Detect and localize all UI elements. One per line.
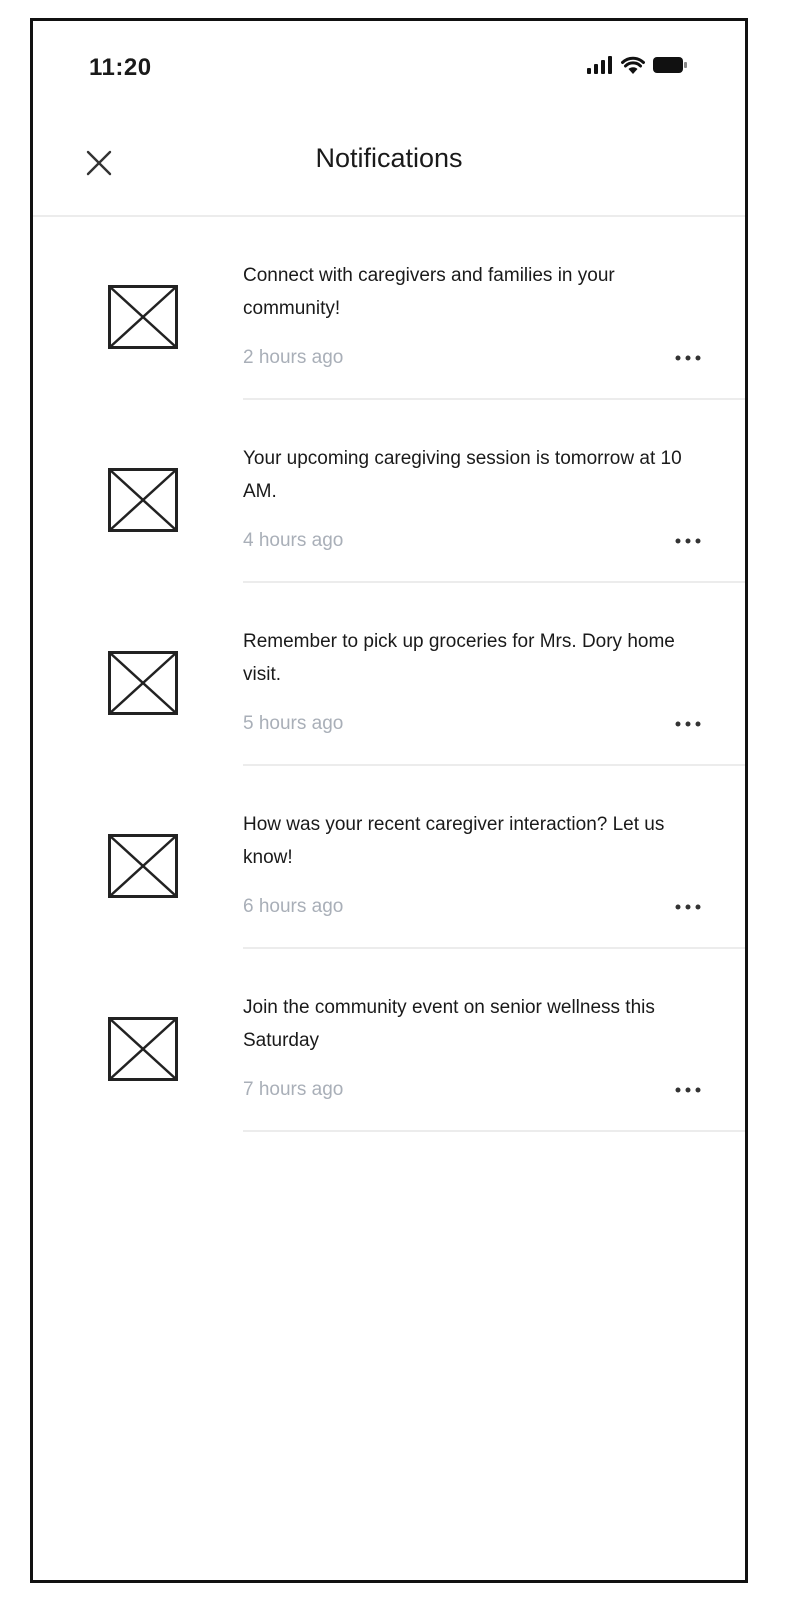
more-icon[interactable] — [675, 1087, 701, 1093]
notification-body: Remember to pick up groceries for Mrs. D… — [243, 583, 745, 766]
status-icons — [587, 54, 687, 80]
more-icon[interactable] — [675, 721, 701, 727]
notification-item[interactable]: Connect with caregivers and families in … — [33, 217, 745, 400]
notification-time: 2 hours ago — [243, 347, 344, 368]
more-options-button[interactable] — [671, 531, 705, 551]
battery-icon — [653, 56, 687, 78]
image-placeholder-icon — [108, 1017, 178, 1081]
status-time: 11:20 — [89, 54, 152, 81]
page-title: Notifications — [315, 143, 463, 173]
more-options-button[interactable] — [671, 714, 705, 734]
notification-text: Join the community event on senior welln… — [243, 997, 655, 1051]
notification-list: Connect with caregivers and families in … — [33, 217, 745, 1132]
notification-body: Connect with caregivers and families in … — [243, 217, 745, 400]
notification-item[interactable]: Join the community event on senior welln… — [33, 949, 745, 1132]
image-placeholder-icon — [108, 834, 178, 898]
notification-text: How was your recent caregiver interactio… — [243, 814, 665, 868]
more-options-button[interactable] — [671, 1080, 705, 1100]
notification-body: How was your recent caregiver interactio… — [243, 766, 745, 949]
notification-time: 7 hours ago — [243, 1079, 344, 1100]
notification-text: Connect with caregivers and families in … — [243, 265, 615, 319]
more-options-button[interactable] — [671, 348, 705, 368]
notification-text: Your upcoming caregiving session is tomo… — [243, 448, 682, 502]
signal-icon — [587, 55, 613, 79]
more-icon[interactable] — [675, 904, 701, 910]
notification-time: 4 hours ago — [243, 530, 344, 551]
image-placeholder-icon — [108, 285, 178, 349]
more-icon[interactable] — [675, 538, 701, 544]
more-icon[interactable] — [675, 355, 701, 361]
notification-time: 6 hours ago — [243, 896, 344, 917]
notification-text: Remember to pick up groceries for Mrs. D… — [243, 631, 675, 685]
notification-time: 5 hours ago — [243, 713, 344, 734]
notification-body: Join the community event on senior welln… — [243, 949, 745, 1132]
phone-frame: 11:20 Notifications Connect with caregiv… — [30, 18, 748, 1583]
more-options-button[interactable] — [671, 897, 705, 917]
image-placeholder-icon — [108, 651, 178, 715]
header: Notifications — [33, 121, 745, 217]
notification-body: Your upcoming caregiving session is tomo… — [243, 400, 745, 583]
notification-item[interactable]: Your upcoming caregiving session is tomo… — [33, 400, 745, 583]
status-bar: 11:20 — [33, 21, 745, 121]
image-placeholder-icon — [108, 468, 178, 532]
wifi-icon — [621, 56, 645, 79]
notification-item[interactable]: Remember to pick up groceries for Mrs. D… — [33, 583, 745, 766]
notification-item[interactable]: How was your recent caregiver interactio… — [33, 766, 745, 949]
